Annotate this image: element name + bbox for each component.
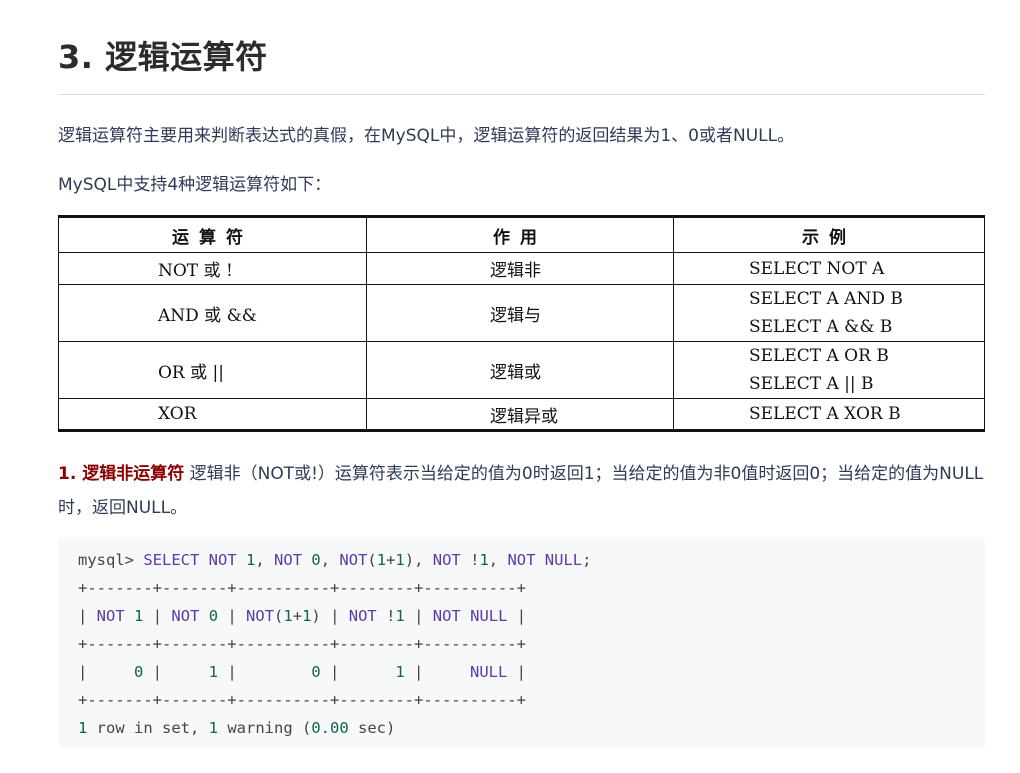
support-paragraph: MySQL中支持4种逻辑运算符如下： [58, 175, 332, 195]
code-footer-line: 1 row in set, 1 warning (0.00 sec) [78, 719, 396, 737]
header-operator: 运算符 [58, 216, 367, 253]
operator-cell: AND 或 && [58, 284, 367, 342]
code-header-line: | NOT 1 | NOT 0 | NOT(1+1) | NOT !1 | NO… [78, 607, 527, 625]
example-line: SELECT A || B [749, 374, 874, 394]
code-query-line: mysql> SELECT NOT 1, NOT 0, NOT(1+1), NO… [78, 551, 592, 569]
example-line: SELECT A XOR B [749, 404, 901, 424]
header-purpose: 作用 [366, 216, 674, 253]
example-line: SELECT A OR B [749, 346, 889, 366]
purpose-cell: 逻辑非 [366, 252, 674, 285]
table-row: AND 或 && 逻辑与 SELECT A AND B SELECT A && … [58, 284, 985, 342]
article: 3. 逻辑运算符 逻辑运算符主要用来判断表达式的真假，在MySQL中，逻辑运算符… [58, 0, 985, 748]
code-border-line: +-------+-------+----------+--------+---… [78, 635, 526, 653]
header-example: 示例 [673, 216, 985, 253]
purpose-cell: 逻辑与 [366, 284, 674, 342]
subsection-title: 1. 逻辑非运算符 [58, 464, 185, 484]
not-operator-paragraph: 1. 逻辑非运算符 逻辑非（NOT或!）运算符表示当给定的值为0时返回1；当给定… [58, 457, 985, 525]
table-row: OR 或 || 逻辑或 SELECT A OR B SELECT A || B [58, 341, 985, 399]
table-header-row: 运算符 作用 示例 [58, 216, 985, 253]
example-line: SELECT A AND B [749, 289, 903, 309]
operators-table: 运算符 作用 示例 NOT 或 ! 逻辑非 SELECT NOT A AND 或… [58, 215, 985, 432]
purpose-cell: 逻辑异或 [366, 398, 674, 431]
section-heading: 3. 逻辑运算符 [58, 38, 268, 76]
purpose-cell: 逻辑或 [366, 341, 674, 399]
operator-cell: NOT 或 ! [58, 252, 367, 285]
example-line: SELECT A && B [749, 317, 893, 337]
code-border-line: +-------+-------+----------+--------+---… [78, 579, 526, 597]
example-line: SELECT NOT A [749, 258, 885, 279]
operator-cell: XOR [58, 398, 367, 431]
code-value-line: | 0 | 1 | 0 | 1 | NULL | [78, 663, 527, 681]
code-block: mysql> SELECT NOT 1, NOT 0, NOT(1+1), NO… [58, 537, 985, 748]
example-cell: SELECT NOT A [673, 252, 985, 285]
example-cell: SELECT A AND B SELECT A && B [673, 284, 985, 342]
example-cell: SELECT A OR B SELECT A || B [673, 341, 985, 399]
subsection-text: 逻辑非（NOT或!）运算符表示当给定的值为0时返回1；当给定的值为非0值时返回0… [58, 464, 984, 518]
operator-cell: OR 或 || [58, 341, 367, 399]
code-border-line: +-------+-------+----------+--------+---… [78, 691, 526, 709]
table-row: NOT 或 ! 逻辑非 SELECT NOT A [58, 252, 985, 285]
table-row: XOR 逻辑异或 SELECT A XOR B [58, 398, 985, 431]
intro-paragraph: 逻辑运算符主要用来判断表达式的真假，在MySQL中，逻辑运算符的返回结果为1、0… [58, 126, 795, 146]
example-cell: SELECT A XOR B [673, 398, 985, 431]
code-content: mysql> SELECT NOT 1, NOT 0, NOT(1+1), NO… [78, 546, 965, 742]
heading-divider [58, 94, 985, 95]
